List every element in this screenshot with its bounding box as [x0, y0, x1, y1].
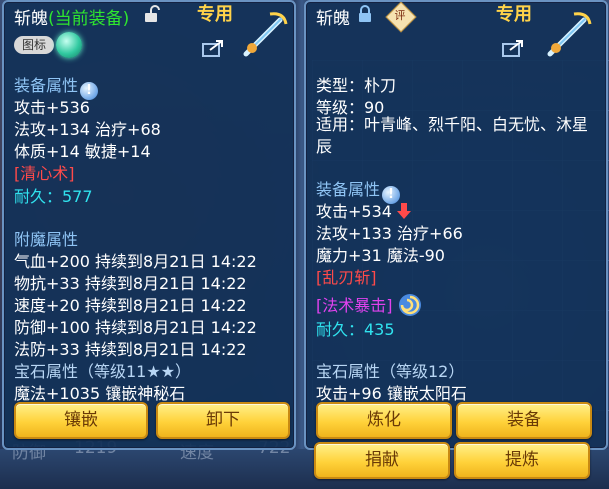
unequip-button[interactable]: 卸下: [156, 402, 290, 439]
skill-label: [乱刃斩]: [316, 268, 377, 287]
enchant-header: 附魔属性: [14, 230, 79, 249]
swirl-skill-icon: [398, 294, 421, 316]
gem-orb-icon: [56, 32, 82, 58]
enchant-line: 法防+33 持续到8月21日 14:22: [14, 340, 247, 359]
special-skill: [法术暴击]: [316, 292, 422, 317]
item-title: 斩魄: [316, 4, 350, 29]
fit-line: 适用：叶青峰、烈千阳、白无忧、沐星辰: [316, 115, 589, 156]
inlay-button[interactable]: 镶嵌: [14, 402, 148, 439]
enchant-line: 物抗+33 持续到8月21日 14:22: [14, 274, 247, 293]
attr-line: 法攻+133 治疗+66: [316, 224, 463, 243]
item-name: 斩魄: [14, 9, 48, 29]
item-title: 斩魄(当前装备): [14, 4, 129, 29]
compare-item-panel: 斩魄 评 专用 类型：朴刀 等级：90 适用：叶青峰、烈千阳、白无忧、沐星辰 装…: [304, 0, 608, 450]
weapon-icon: [544, 10, 594, 60]
refine-button[interactable]: 炼化: [316, 402, 452, 439]
gem-header: 宝石属性（等级11★★）: [14, 362, 192, 381]
enchant-line: 气血+200 持续到8月21日 14:22: [14, 252, 257, 271]
equipped-status: (当前装备): [48, 9, 130, 29]
donate-button[interactable]: 捐献: [314, 442, 450, 479]
lock-icon[interactable]: [356, 5, 380, 25]
purify-button[interactable]: 提炼: [454, 442, 590, 479]
icon-tag-badge: 图标: [14, 36, 54, 54]
attr-line: 法攻+134 治疗+68: [14, 120, 161, 139]
attr-line: 体质+14 敏捷+14: [14, 142, 151, 161]
exclusive-label: 专用: [197, 4, 233, 25]
durability: 耐久：435: [316, 320, 395, 339]
skill-label: [清心术]: [14, 164, 75, 183]
attr-line: 魔力+31 魔法-90: [316, 246, 445, 265]
rating-stamp-text: 评: [394, 9, 406, 22]
equipped-item-panel: 斩魄(当前装备) 专用 图标 装备属性! 攻击+536 法攻+134 治疗+68…: [2, 0, 296, 450]
share-icon[interactable]: [202, 38, 226, 58]
weapon-icon: [240, 10, 290, 60]
exclusive-label: 专用: [496, 4, 532, 25]
gem-line: 攻击+96 镶嵌太阳石: [316, 384, 467, 403]
attr-line: 攻击+534: [316, 198, 412, 222]
type-line: 类型：朴刀: [316, 76, 397, 95]
attr-line: 攻击+536: [14, 98, 90, 117]
share-icon[interactable]: [502, 38, 526, 58]
enchant-line: 防御+100 持续到8月21日 14:22: [14, 318, 257, 337]
durability: 耐久：577: [14, 187, 93, 206]
enchant-line: 速度+20 持续到8月21日 14:22: [14, 296, 247, 315]
decrease-arrow-icon: [397, 203, 412, 219]
equip-button[interactable]: 装备: [456, 402, 592, 439]
item-name: 斩魄: [316, 9, 350, 29]
gem-line: 魔法+1035 镶嵌神秘石: [14, 384, 186, 403]
gem-header: 宝石属性（等级12）: [316, 362, 465, 381]
unlock-icon[interactable]: [142, 4, 166, 24]
